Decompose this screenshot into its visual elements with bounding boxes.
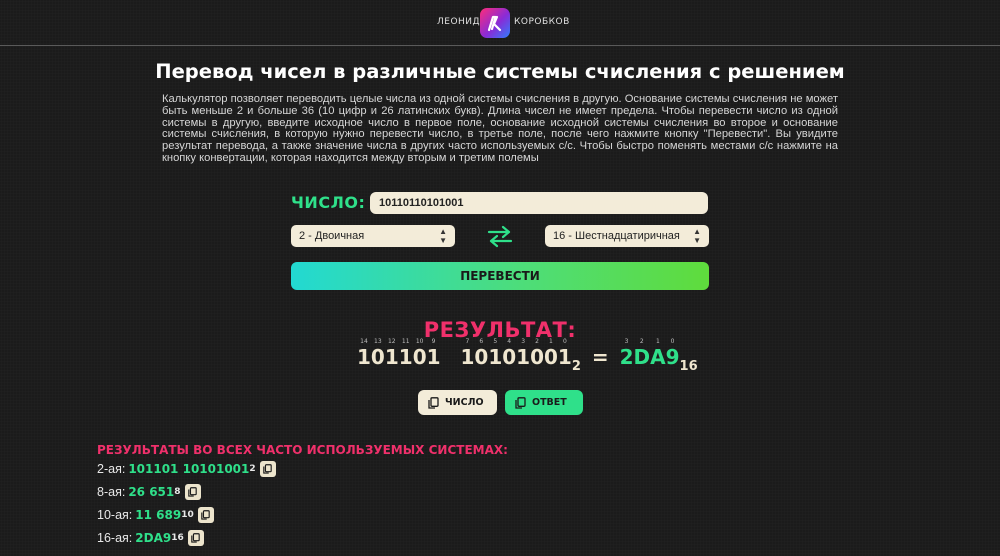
result-digit: 91 bbox=[426, 338, 441, 369]
number-input[interactable] bbox=[370, 192, 708, 214]
result-row-base: 10 bbox=[181, 510, 194, 520]
digit-position-index: 9 bbox=[431, 338, 436, 345]
result-digit: 32 bbox=[619, 338, 634, 369]
copy-number-label: ЧИСЛО bbox=[445, 397, 484, 408]
digit-position-index: 2 bbox=[535, 338, 539, 345]
copy-number-button[interactable]: ЧИСЛО bbox=[418, 390, 497, 415]
result-row-16: 16-ая: 2DA9 16 bbox=[97, 530, 204, 546]
copy-answer-label: ОТВЕТ bbox=[532, 397, 567, 408]
description-text: Калькулятор позволяет переводить целые ч… bbox=[162, 93, 838, 164]
equals-sign: = bbox=[591, 345, 609, 369]
result-digit: 13 0 bbox=[370, 338, 385, 369]
result-digit: 51 bbox=[488, 338, 503, 369]
result-digit: 60 bbox=[474, 338, 489, 369]
copy-icon[interactable] bbox=[184, 484, 201, 500]
digit-position-index: 12 bbox=[387, 338, 396, 345]
result-row-value: 11 689 bbox=[135, 508, 182, 522]
result-row-value: 2DA9 bbox=[135, 531, 172, 545]
copy-icon bbox=[428, 396, 439, 409]
page-title: Перевод чисел в различные системы счисле… bbox=[155, 60, 845, 83]
result-digit: 1A bbox=[650, 338, 666, 369]
digit-position-index: 0 bbox=[562, 338, 567, 345]
digit-position-index: 13 bbox=[374, 338, 382, 345]
digit-position-index: 4 bbox=[507, 338, 512, 345]
result-digit: 14 1 bbox=[357, 338, 371, 369]
number-label: ЧИСЛО: bbox=[291, 193, 366, 212]
digit-position-index: 6 bbox=[479, 338, 484, 345]
result-title: РЕЗУЛЬТАТ: bbox=[423, 318, 577, 342]
result-digit: 31 bbox=[516, 338, 531, 369]
digit-position-index: 7 bbox=[465, 338, 470, 345]
answer-base: 16 bbox=[679, 359, 698, 374]
source-digit-group: 7160514031201001 bbox=[460, 338, 572, 369]
digit-position-index: 1 bbox=[655, 338, 660, 345]
digit-position-index: 0 bbox=[670, 338, 675, 345]
all-results-title: РЕЗУЛЬТАТЫ ВО ВСЕХ ЧАСТО ИСПОЛЬЗУЕМЫХ СИ… bbox=[97, 443, 508, 457]
result-digit: 09 bbox=[665, 338, 680, 369]
result-digit: 20 bbox=[530, 338, 544, 369]
source-base: 2 bbox=[571, 359, 581, 374]
to-base-value: 16 - Шестнадцатиричная bbox=[553, 230, 680, 242]
digit-position-index: 3 bbox=[521, 338, 526, 345]
chevron-down-icon: ▲ ▼ bbox=[439, 227, 447, 245]
result-row-value: 26 651 bbox=[128, 485, 175, 499]
digit-position-index: 11 bbox=[401, 338, 410, 345]
copy-icon bbox=[515, 396, 526, 409]
result-digit: 71 bbox=[460, 338, 475, 369]
chevron-down-icon: ▲ ▼ bbox=[693, 227, 701, 245]
brand-last-name[interactable]: КОРОБКОВ bbox=[514, 17, 570, 27]
swap-bases-icon[interactable] bbox=[486, 224, 514, 248]
digit-position-index: 10 bbox=[415, 338, 424, 345]
from-base-select[interactable]: 2 - Двоичная ▲ ▼ bbox=[291, 225, 455, 247]
result-row-2: 2-ая: 101101 10101001 2 bbox=[97, 461, 276, 477]
copy-answer-button[interactable]: ОТВЕТ bbox=[505, 390, 583, 415]
result-row-label: 10-ая: bbox=[97, 508, 133, 522]
result-row-label: 8-ая: bbox=[97, 485, 126, 499]
copy-icon[interactable] bbox=[197, 507, 214, 523]
result-row-base: 2 bbox=[249, 464, 256, 474]
result-expression: 14 1 13 0 12 1 11 1 10 0 9 1 7 1 6 0 5 1 4 0 3 1 2 0 1 0 0 12 = 32… bbox=[357, 338, 698, 385]
digit-position-index: 1 bbox=[549, 338, 553, 345]
from-base-value: 2 - Двоичная bbox=[299, 230, 365, 242]
result-row-10: 10-ая: 11 689 10 bbox=[97, 507, 214, 523]
result-row-label: 16-ая: bbox=[97, 531, 133, 545]
convert-button[interactable]: ПЕРЕВЕСТИ bbox=[291, 262, 709, 290]
digit-position-index: 2 bbox=[639, 338, 644, 345]
digit-position-index: 14 bbox=[360, 338, 368, 345]
result-digit: 12 1 bbox=[384, 338, 399, 369]
source-digit-group: 14 1 13 0 12 1 11 1 10 0 9 1 bbox=[357, 338, 441, 369]
result-row-label: 2-ая: bbox=[97, 462, 126, 476]
result-digit: 01 bbox=[557, 338, 572, 369]
result-digit: 11 1 bbox=[398, 338, 413, 369]
result-digit: 10 bbox=[544, 338, 558, 369]
digit-position-index: 5 bbox=[493, 338, 498, 345]
copy-icon[interactable] bbox=[259, 461, 276, 477]
result-digit: 10 0 bbox=[412, 338, 427, 369]
copy-icon[interactable] bbox=[187, 530, 204, 546]
result-row-value: 101101 10101001 bbox=[128, 462, 250, 476]
to-base-select[interactable]: 16 - Шестнадцатиричная ▲ ▼ bbox=[545, 225, 709, 247]
result-row-base: 8 bbox=[174, 487, 181, 497]
result-digit: 2D bbox=[633, 338, 651, 369]
digit-position-index: 3 bbox=[624, 338, 629, 345]
answer-digit-group: 322D1A09 bbox=[619, 338, 680, 369]
result-row-base: 16 bbox=[171, 533, 184, 543]
brand-first-name[interactable]: ЛЕОНИД bbox=[437, 17, 480, 27]
result-row-8: 8-ая: 26 651 8 bbox=[97, 484, 201, 500]
top-bar: ЛЕОНИД КОРОБКОВ bbox=[0, 0, 1000, 46]
result-digit: 40 bbox=[502, 338, 517, 369]
brand-logo-icon[interactable] bbox=[480, 8, 510, 38]
